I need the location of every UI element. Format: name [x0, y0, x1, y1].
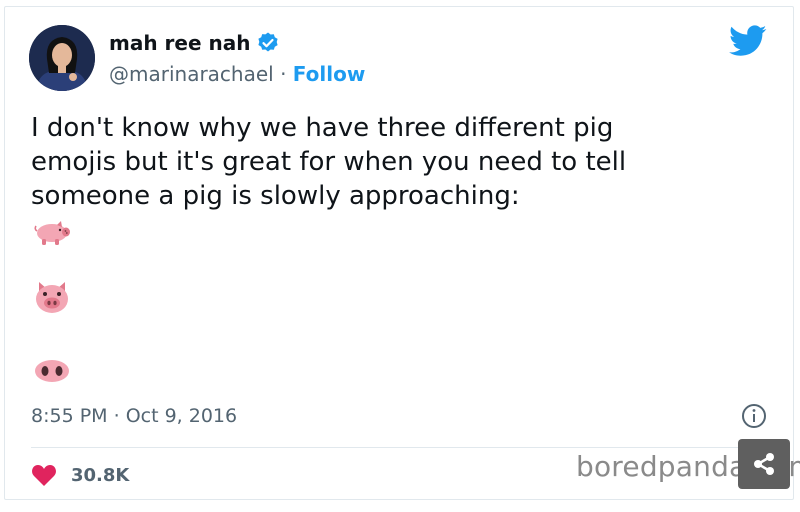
verified-badge-icon: [258, 32, 279, 52]
info-icon[interactable]: [741, 403, 767, 429]
share-button[interactable]: [738, 439, 790, 489]
share-icon: [754, 453, 774, 475]
like-button[interactable]: 30.8K: [31, 463, 129, 487]
tweet-card: mah ree nah @marinarachael · Follow I do…: [4, 6, 794, 500]
handle[interactable]: @marinarachael: [109, 62, 274, 86]
display-name[interactable]: mah ree nah: [109, 31, 280, 55]
avatar-image: [29, 25, 95, 91]
heart-icon: [32, 465, 56, 486]
handle-row: @marinarachael · Follow: [109, 62, 365, 86]
follow-link[interactable]: Follow: [293, 62, 366, 86]
avatar[interactable]: [29, 25, 95, 91]
twitter-bird-icon[interactable]: [729, 25, 767, 57]
pig-icon: [34, 221, 70, 245]
divider: [31, 447, 767, 448]
handle-separator: ·: [273, 62, 293, 86]
display-name-text[interactable]: mah ree nah: [109, 31, 250, 55]
tweet-timestamp[interactable]: 8:55 PM · Oct 9, 2016: [31, 405, 237, 427]
tweet-text: I don't know why we have three different…: [31, 113, 627, 211]
pig-face-icon: [36, 282, 68, 313]
tweet-time: 8:55 PM: [31, 405, 108, 427]
tweet-date: Oct 9, 2016: [125, 405, 238, 427]
like-count: 30.8K: [71, 464, 130, 486]
pig-nose-icon: [35, 360, 69, 382]
timestamp-separator: ·: [107, 405, 126, 427]
